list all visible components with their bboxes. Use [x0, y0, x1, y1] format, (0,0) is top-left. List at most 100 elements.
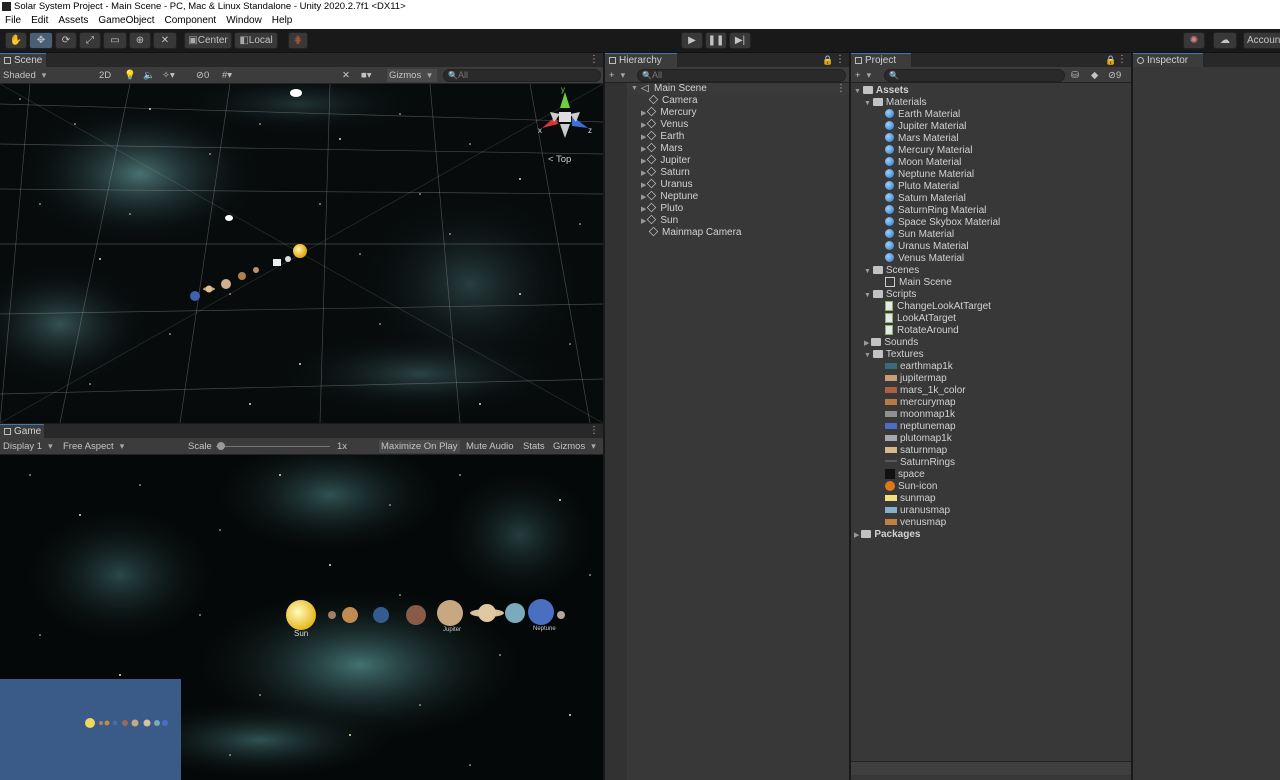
asset-texture[interactable]: jupitermap: [885, 373, 947, 385]
asset-script[interactable]: LookAtTarget: [885, 313, 956, 325]
grid-snap-icon[interactable]: ⋕: [288, 32, 308, 49]
expand-arrow-icon[interactable]: ▼: [864, 100, 873, 107]
menu-component[interactable]: Component: [160, 13, 222, 29]
cloud-icon[interactable]: ☁: [1213, 32, 1237, 49]
asset-texture[interactable]: sunmap: [885, 493, 936, 505]
search-by-label-icon[interactable]: ◆: [1091, 69, 1098, 82]
hierarchy-item-camera[interactable]: Camera: [648, 94, 698, 107]
hierarchy-item-uranus[interactable]: ▶ Uranus: [641, 178, 693, 191]
panel-divider[interactable]: [1131, 53, 1133, 780]
asset-material[interactable]: Jupiter Material: [885, 121, 966, 133]
folder-sounds[interactable]: ▶ Sounds: [864, 337, 918, 349]
hierarchy-item-pluto[interactable]: ▶ Pluto: [641, 202, 683, 215]
project-search-input[interactable]: 🔍: [884, 69, 1065, 82]
asset-material[interactable]: Neptune Material: [885, 169, 974, 181]
panel-divider[interactable]: [849, 53, 851, 780]
grid-dropdown-icon[interactable]: #▾: [222, 69, 232, 82]
scale-slider[interactable]: [216, 440, 330, 453]
step-button[interactable]: ▶|: [729, 32, 751, 49]
asset-material[interactable]: Sun Material: [885, 229, 954, 241]
rotate-tool-icon[interactable]: ⟳: [55, 32, 77, 49]
pause-button[interactable]: ❚❚: [705, 32, 727, 49]
hierarchy-item-neptune[interactable]: ▶ Neptune: [641, 190, 698, 203]
asset-texture[interactable]: SaturnRings: [885, 457, 955, 469]
rect-tool-icon[interactable]: ▭: [103, 32, 127, 49]
asset-texture[interactable]: saturnmap: [885, 445, 947, 457]
tab-hierarchy[interactable]: Hierarchy: [605, 53, 677, 67]
game-gizmos-dropdown[interactable]: Gizmos: [553, 440, 596, 453]
hierarchy-create-button[interactable]: +: [609, 69, 625, 82]
asset-texture[interactable]: neptunemap: [885, 421, 956, 433]
2d-toggle[interactable]: 2D: [99, 69, 113, 82]
asset-material[interactable]: Saturn Material: [885, 193, 966, 205]
aspect-dropdown[interactable]: Free Aspect: [63, 440, 181, 453]
tab-project[interactable]: Project: [851, 53, 911, 67]
account-button[interactable]: Account: [1243, 32, 1280, 49]
asset-scene[interactable]: Main Scene: [885, 277, 952, 289]
project-create-button[interactable]: +: [855, 69, 871, 82]
audio-toggle-icon[interactable]: 🔈: [143, 69, 155, 82]
lock-icon[interactable]: 🔒: [822, 54, 833, 66]
asset-material[interactable]: Mars Material: [885, 133, 959, 145]
tab-scene[interactable]: Scene: [0, 53, 46, 67]
asset-script[interactable]: ChangeLookAtTarget: [885, 301, 991, 313]
search-by-type-icon[interactable]: ⛁: [1071, 69, 1079, 82]
project-menu-icon[interactable]: ⋮: [1117, 54, 1127, 66]
asset-texture[interactable]: mercurymap: [885, 397, 956, 409]
hierarchy-search-input[interactable]: 🔍 All: [637, 69, 846, 82]
tab-inspector[interactable]: Inspector: [1133, 53, 1203, 67]
asset-texture[interactable]: moonmap1k: [885, 409, 955, 421]
folder-packages[interactable]: ▶ Packages: [854, 529, 920, 541]
expand-arrow-icon[interactable]: ▼: [864, 292, 873, 299]
lighting-toggle-icon[interactable]: 💡: [124, 69, 136, 82]
menu-window[interactable]: Window: [221, 13, 267, 29]
hand-tool-icon[interactable]: ✋: [5, 32, 27, 49]
menu-help[interactable]: Help: [267, 13, 298, 29]
camera-dropdown-icon[interactable]: ■▾: [361, 69, 372, 82]
expand-arrow-icon[interactable]: ▼: [864, 268, 873, 275]
space-local-button[interactable]: ◧Local: [234, 32, 278, 49]
collab-icon[interactable]: ✺: [1183, 32, 1205, 49]
expand-arrow-icon[interactable]: ▼: [631, 83, 639, 95]
scene-viewport[interactable]: y x z < Top: [0, 84, 603, 423]
panel-divider[interactable]: [603, 53, 605, 780]
hidden-packages-icon[interactable]: ⊘9: [1108, 69, 1121, 82]
asset-texture[interactable]: space: [885, 469, 925, 481]
hierarchy-scene-root[interactable]: ▼ ◁ Main Scene ⋮: [605, 83, 849, 95]
hierarchy-item-jupiter[interactable]: ▶ Jupiter: [641, 154, 690, 167]
shading-mode-dropdown[interactable]: Shaded: [3, 69, 89, 82]
asset-material[interactable]: SaturnRing Material: [885, 205, 986, 217]
menu-gameobject[interactable]: GameObject: [93, 13, 159, 29]
panel-divider[interactable]: [0, 423, 603, 424]
hidden-objects-icon[interactable]: ⊘0: [196, 69, 209, 82]
asset-material[interactable]: Uranus Material: [885, 241, 969, 253]
hierarchy-menu-icon[interactable]: ⋮: [835, 54, 845, 66]
transform-tool-icon[interactable]: ⊕: [129, 32, 151, 49]
asset-texture[interactable]: mars_1k_color: [885, 385, 966, 397]
orientation-top-label[interactable]: < Top: [548, 154, 571, 165]
asset-material[interactable]: Pluto Material: [885, 181, 959, 193]
mute-audio-toggle[interactable]: Mute Audio: [466, 440, 514, 453]
asset-material[interactable]: Space Skybox Material: [885, 217, 1000, 229]
scene-orientation-gizmo[interactable]: y x z: [538, 85, 592, 148]
folder-scripts[interactable]: ▼ Scripts: [864, 289, 916, 301]
asset-texture[interactable]: earthmap1k: [885, 361, 953, 373]
scene-root-menu-icon[interactable]: ⋮: [836, 83, 846, 95]
hierarchy-item-sun[interactable]: ▶ Sun: [641, 214, 678, 227]
scale-tool-icon[interactable]: ⤢: [79, 32, 101, 49]
project-lock-icon[interactable]: 🔒: [1105, 54, 1116, 66]
asset-material[interactable]: Moon Material: [885, 157, 961, 169]
asset-material[interactable]: Mercury Material: [885, 145, 972, 157]
pivot-center-button[interactable]: ▣Center: [184, 32, 232, 49]
expand-arrow-icon[interactable]: ▼: [864, 352, 873, 359]
asset-texture[interactable]: plutomap1k: [885, 433, 952, 445]
gizmos-dropdown[interactable]: Gizmos: [387, 69, 437, 82]
asset-material[interactable]: Venus Material: [885, 253, 964, 265]
asset-script[interactable]: RotateAround: [885, 325, 959, 337]
tools-icon[interactable]: ✕: [342, 69, 350, 82]
menu-edit[interactable]: Edit: [26, 13, 53, 29]
asset-texture[interactable]: Sun-icon: [885, 481, 937, 493]
play-button[interactable]: ▶: [681, 32, 703, 49]
custom-tool-icon[interactable]: ✕: [153, 32, 177, 49]
maximize-on-play-toggle[interactable]: Maximize On Play: [379, 440, 460, 453]
